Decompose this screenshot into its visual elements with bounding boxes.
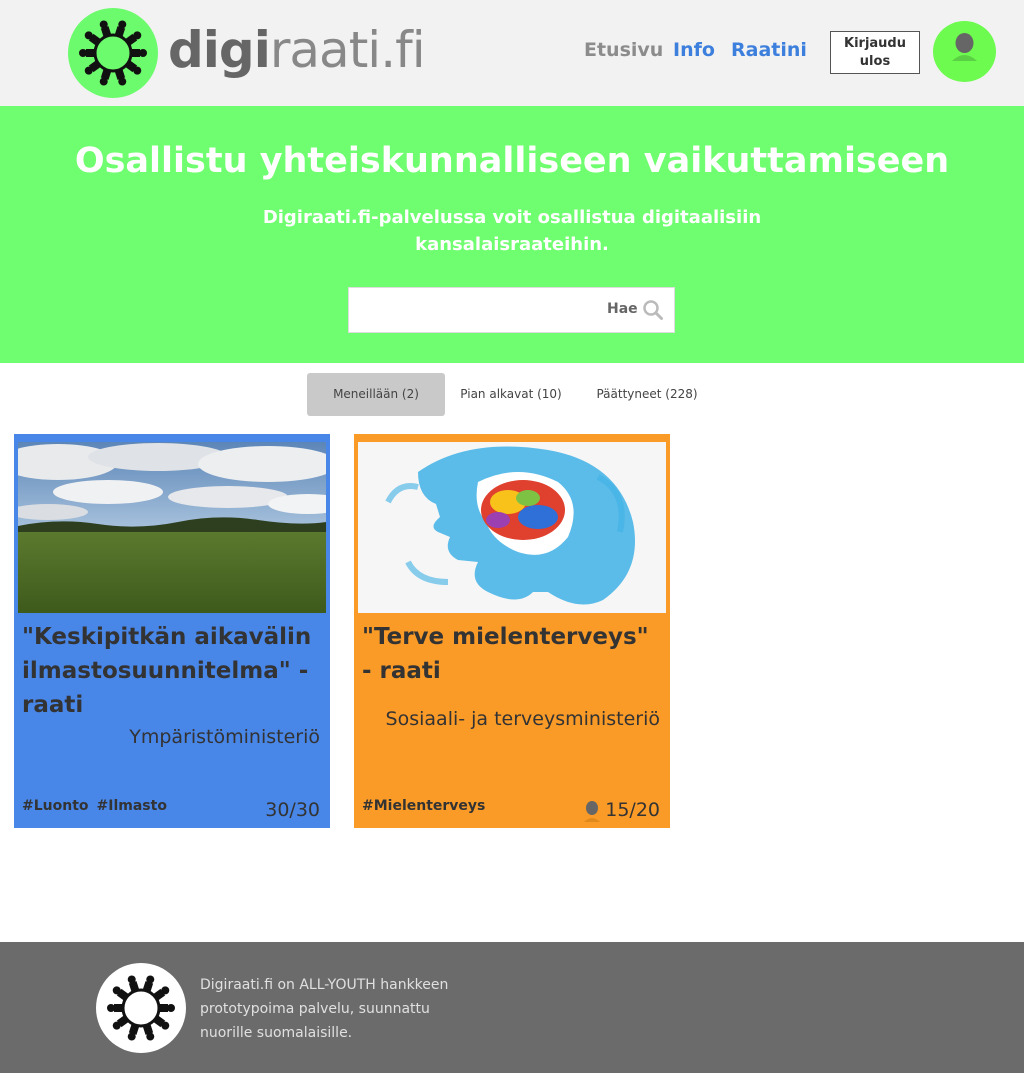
search-input[interactable] xyxy=(357,296,597,324)
search-button-label[interactable]: Hae xyxy=(607,301,638,317)
hero-title: Osallistu yhteiskunnalliseen vaikuttamis… xyxy=(74,141,950,181)
site-footer: Digiraati.fi on ALL-YOUTH hankkeen proto… xyxy=(0,942,1024,1073)
tab-upcoming[interactable]: Pian alkavat (10) xyxy=(447,373,575,416)
participant-count: 30/30 xyxy=(265,799,320,821)
person-icon xyxy=(584,801,600,822)
nav-home-link[interactable]: Etusivu xyxy=(584,38,663,62)
tag-link[interactable]: #Ilmasto xyxy=(97,798,167,814)
hero-subtitle: Digiraati.fi-palvelussa voit osallistua … xyxy=(262,207,762,255)
footer-description: Digiraati.fi on ALL-YOUTH hankkeen proto… xyxy=(200,977,449,1041)
person-icon xyxy=(952,33,977,61)
meadow-image xyxy=(18,442,326,613)
tab-finished[interactable]: Päättyneet (228) xyxy=(585,373,709,416)
nav-info-link[interactable]: Info xyxy=(673,38,715,62)
nav-my-councils-link[interactable]: Raatini xyxy=(731,38,807,62)
brain-image xyxy=(358,442,666,613)
logout-button[interactable]: Kirjaudu ulos xyxy=(830,31,920,74)
card-tags: #Luonto #Ilmasto xyxy=(22,798,175,814)
card-organizer: Sosiaali- ja terveysministeriö xyxy=(385,708,660,730)
people-circle-icon xyxy=(107,975,175,1041)
logo-light: raati.fi xyxy=(269,21,426,79)
logo-bold: digi xyxy=(168,21,271,79)
site-logo-text[interactable]: digiraati.fi xyxy=(168,21,426,79)
participant-count: 15/20 xyxy=(605,799,660,821)
logo-icon[interactable] xyxy=(68,8,158,98)
logout-label-line1: Kirjaudu xyxy=(844,36,906,51)
card-organizer: Ympäristöministeriö xyxy=(129,726,320,748)
card-tags: #Mielenterveys xyxy=(362,798,493,814)
search-icon[interactable] xyxy=(642,299,664,321)
card-title[interactable]: "Terve mielenterveys" - raati xyxy=(362,620,658,688)
search-box: Hae xyxy=(348,287,675,333)
logout-label-line2: ulos xyxy=(859,54,891,69)
tag-link[interactable]: #Luonto xyxy=(22,798,89,814)
card-title[interactable]: "Keskipitkän aikavälin ilmastosuunnitelm… xyxy=(22,620,318,722)
user-avatar[interactable] xyxy=(933,21,996,82)
council-card-climate[interactable]: "Keskipitkän aikavälin ilmastosuunnitelm… xyxy=(14,434,330,828)
council-card-mental-health[interactable]: "Terve mielenterveys" - raati Sosiaali- … xyxy=(354,434,670,828)
tag-link[interactable]: #Mielenterveys xyxy=(362,798,485,814)
footer-logo-icon xyxy=(96,963,186,1053)
people-circle-icon xyxy=(79,20,147,86)
hero-banner: Osallistu yhteiskunnalliseen vaikuttamis… xyxy=(0,106,1024,363)
tab-ongoing[interactable]: Meneillään (2) xyxy=(307,373,445,416)
site-header: digiraati.fi Etusivu Info Raatini Kirjau… xyxy=(0,0,1024,106)
